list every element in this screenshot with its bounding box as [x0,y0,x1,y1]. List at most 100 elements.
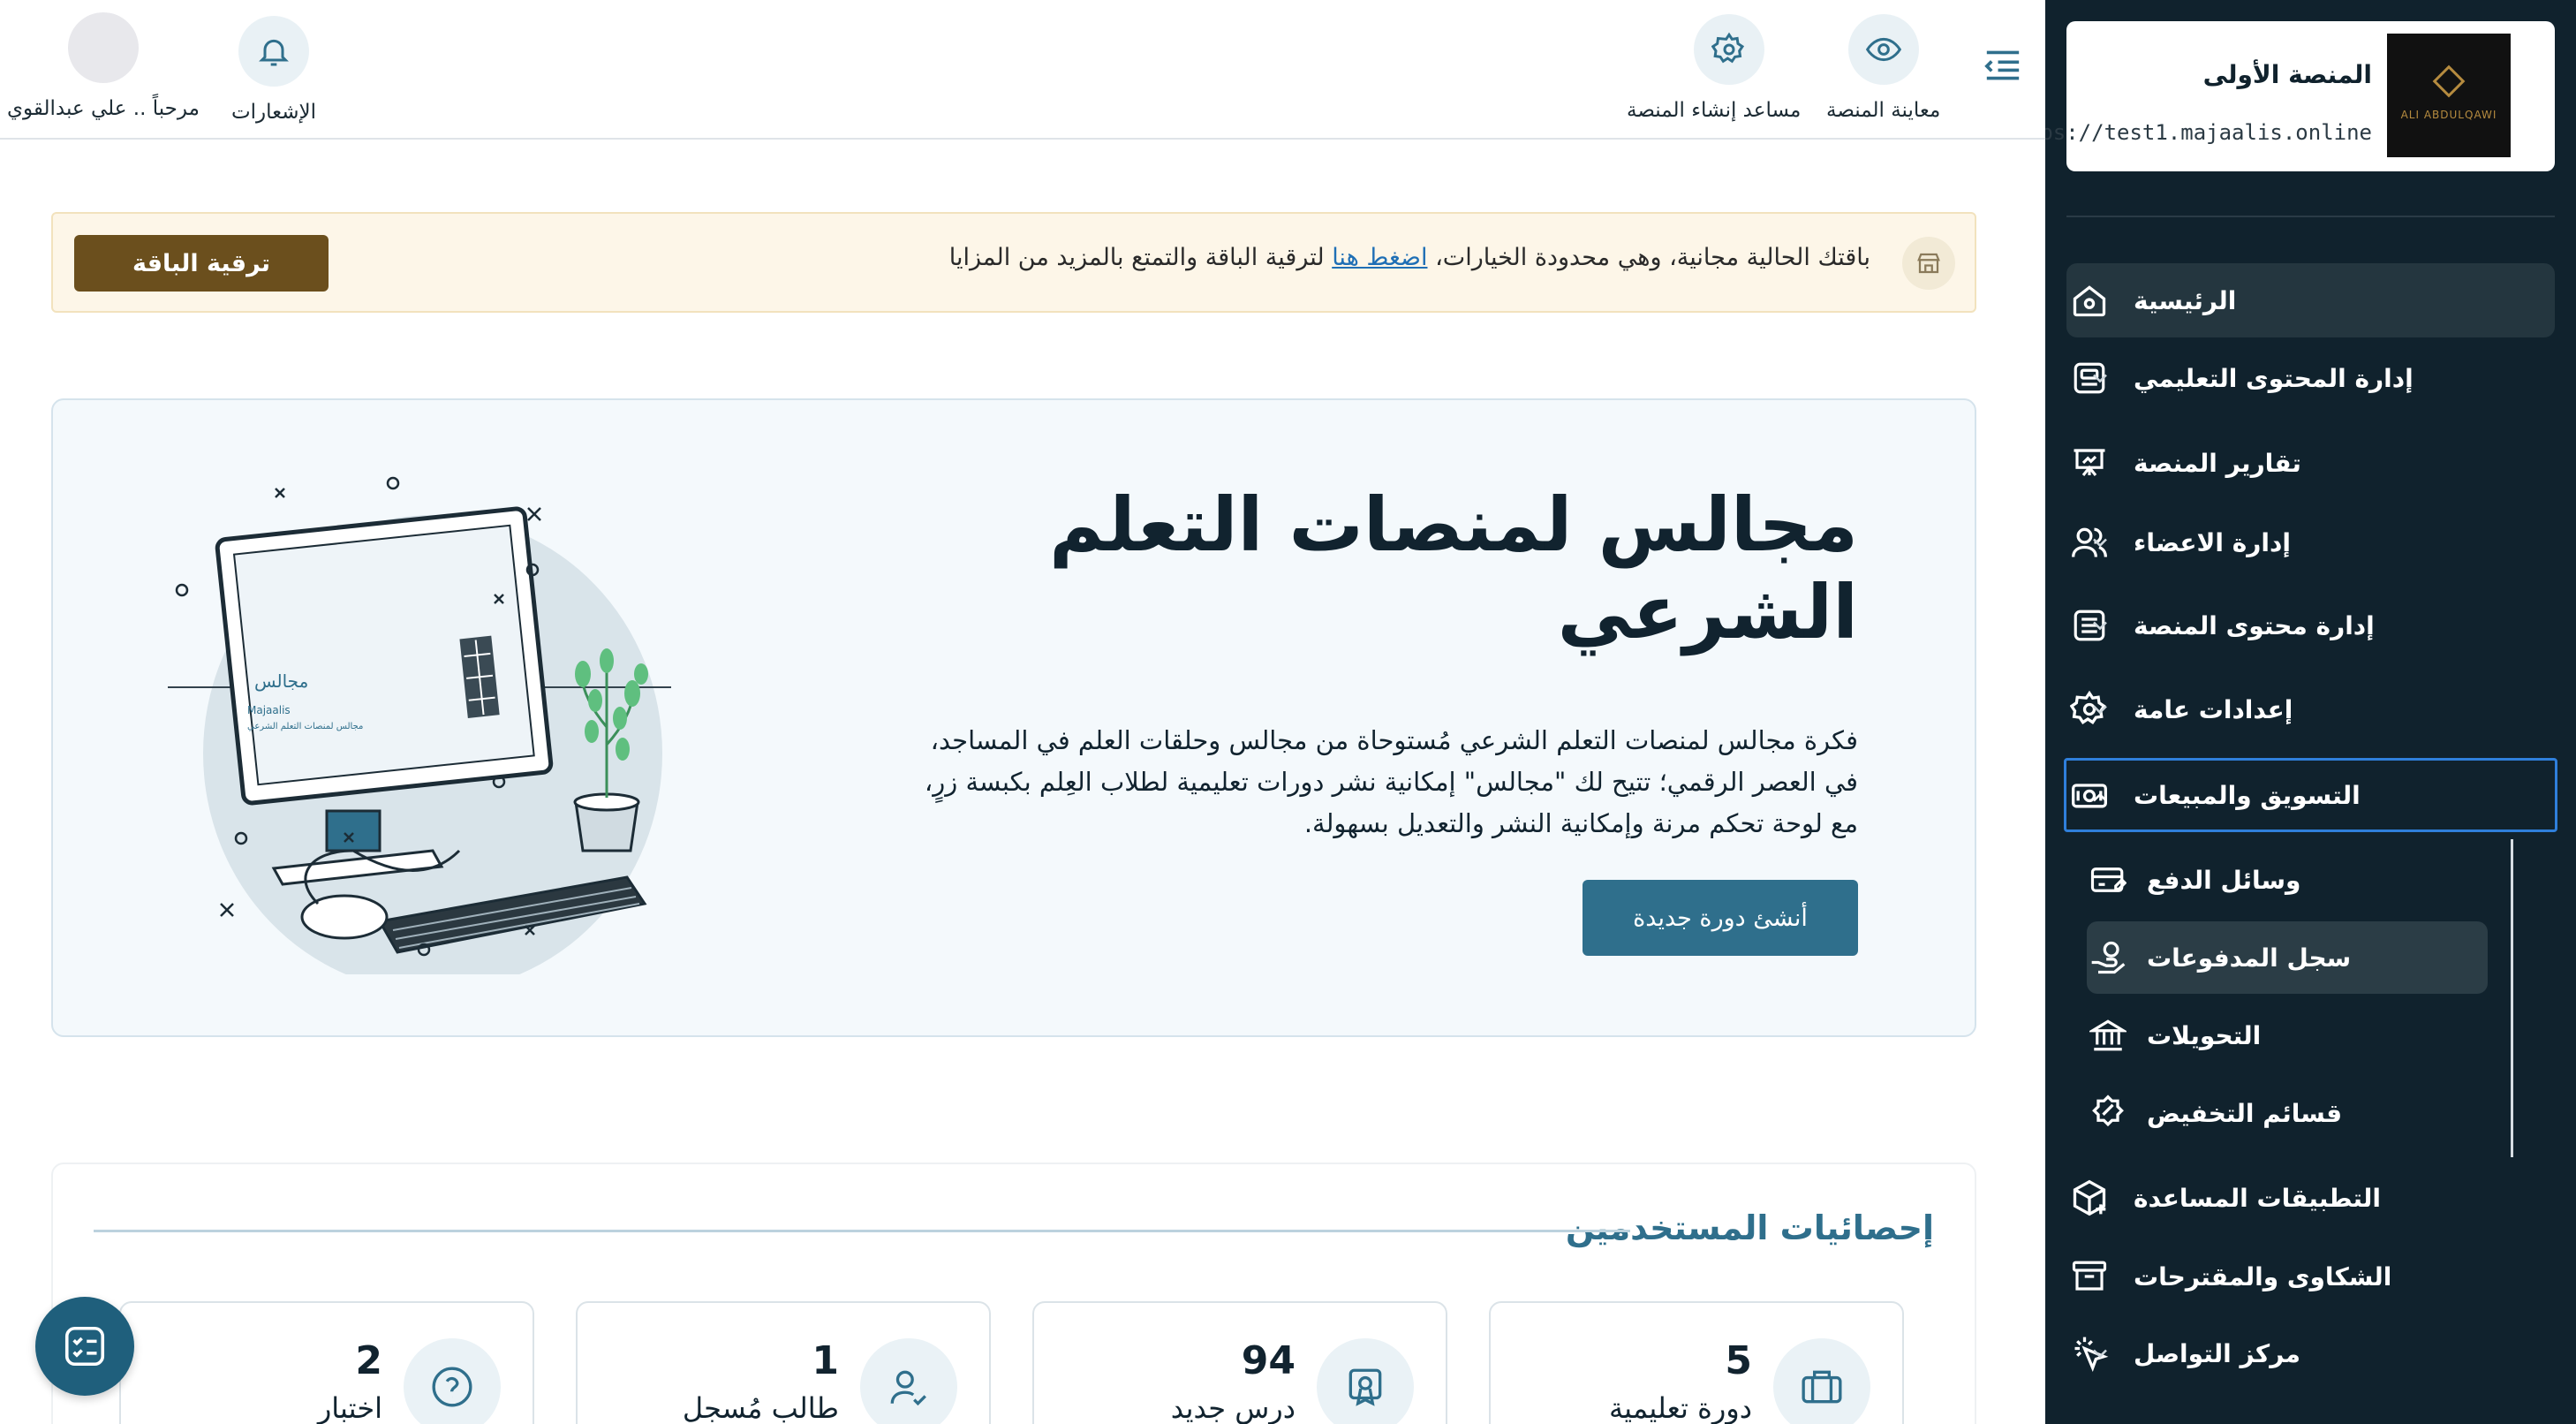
stat-label: اختبار [317,1391,382,1424]
preview-platform-label: معاينة المنصة [1826,99,1941,122]
menu-toggle-icon[interactable] [1983,48,2022,83]
sidebar-item-label: التسويق والمبيعات [2134,780,2361,810]
sidebar-item-label: إدارة محتوى المنصة [2134,610,2375,640]
stat-card-lessons[interactable]: 94 درس جديد [1032,1301,1447,1424]
sidebar-item-label: الرئيسية [2134,285,2237,315]
sidebar-item-label: إدارة المحتوى التعليمي [2134,363,2414,393]
screen-brand-latin: Majaalis [247,704,291,716]
sidebar-subitem-discount-coupons[interactable]: قسائم التخفيض [2087,1077,2488,1149]
hand-money-icon [2087,936,2129,979]
home-icon [2066,277,2112,323]
chevron-down-icon [2093,538,2107,548]
sidebar-item-helper-apps[interactable]: التطبيقات المساعدة [2066,1161,2555,1235]
briefcase-icon [1773,1338,1870,1424]
chevron-down-icon [2093,374,2107,383]
sidebar-divider [2066,216,2555,217]
upgrade-banner: باقتك الحالية مجانية، وهي محدودة الخيارا… [51,212,1976,313]
card-icon [2087,859,2129,901]
platform-card[interactable]: ALI ABDULQAWI المنصة الأولى https://test… [2045,21,2555,171]
stat-card-students[interactable]: 1 طالب مُسجل [576,1301,991,1424]
sidebar-item-marketing-sales[interactable]: التسويق والمبيعات [2064,758,2557,832]
stat-value: 5 [1725,1338,1752,1383]
sidebar-item-members[interactable]: إدارة الاعضاء [2066,505,2555,579]
checklist-icon [64,1326,105,1367]
certificate-icon [1317,1338,1414,1424]
question-icon [404,1338,501,1424]
sidebar-item-home[interactable]: الرئيسية [2066,263,2555,337]
logo-text: ALI ABDULQAWI [2400,109,2497,121]
sidebar: ALI ABDULQAWI المنصة الأولى https://test… [2045,0,2576,1424]
sidebar-item-label: التطبيقات المساعدة [2134,1183,2381,1213]
store-icon [1902,237,1955,290]
user-menu[interactable]: مرحباً .. علي عبدالقوي [7,12,200,120]
sidebar-subitem-payment-methods[interactable]: وسائل الدفع [2087,844,2488,916]
sidebar-subitem-label: وسائل الدفع [2147,865,2301,895]
presentation-icon [2066,440,2112,486]
stat-label: طالب مُسجل [682,1391,839,1424]
user-greeting: مرحباً .. علي عبدالقوي [7,97,200,120]
sidebar-item-complaints[interactable]: الشكاوى والمقترحات [2066,1239,2555,1314]
upgrade-plan-button[interactable]: ترقية الباقة [74,235,329,292]
preview-platform-button[interactable]: معاينة المنصة [1826,14,1940,122]
notifications-button[interactable]: الإشعارات [231,16,316,124]
banner-text-before: باقتك الحالية مجانية، وهي محدودة الخيارا… [1427,244,1870,271]
hero-description: فكرة مجالس لمنصات التعلم الشرعي مُستوحاة… [924,725,1858,838]
bank-icon [2087,1014,2129,1057]
sidebar-item-label: إعدادات عامة [2134,694,2293,724]
sidebar-subitem-label: قسائم التخفيض [2147,1098,2343,1128]
stats-title-line [94,1230,1630,1232]
eye-icon [1847,14,1919,85]
box-icon [2066,1175,2112,1221]
chevron-down-icon [2093,705,2107,715]
archive-icon [2066,1254,2112,1299]
platform-wizard-label: مساعد إنشاء المنصة [1627,99,1802,122]
sidebar-item-settings[interactable]: إعدادات عامة [2066,672,2555,746]
upgrade-link[interactable]: اضغط هنا [1332,244,1427,271]
screen-tagline: مجالس لمنصات التعلم الشرعي [247,722,363,731]
banner-message: باقتك الحالية مجانية، وهي محدودة الخيارا… [949,244,1870,271]
stat-card-courses[interactable]: 5 دورة تعليمية [1489,1301,1904,1424]
platform-url[interactable]: https://test1.majaalis.online [2045,120,2372,145]
computer-illustration: مجالس Majaalis مجالس لمنصات التعلم الشرع… [168,476,671,974]
screen-brand: مجالس [254,670,308,692]
stat-value: 1 [812,1338,839,1383]
avatar [67,12,139,83]
platform-name: المنصة الأولى [2202,60,2372,89]
chevron-up-icon [2093,792,2107,802]
bell-icon [238,16,310,87]
sidebar-item-contact-center[interactable]: مركز التواصل [2066,1316,2555,1390]
hero-card: مجالس لمنصات التعلم الشرعي فكرة مجالس لم… [51,398,1976,1037]
sidebar-item-label: الشكاوى والمقترحات [2134,1261,2392,1291]
topbar: معاينة المنصة مساعد إنشاء المنصة الإشعار… [0,0,2045,140]
create-course-button[interactable]: أنشئ دورة جديدة [1583,880,1858,956]
stat-value: 2 [355,1338,382,1383]
platform-wizard-button[interactable]: مساعد إنشاء المنصة [1627,14,1801,122]
platform-logo: ALI ABDULQAWI [2387,34,2511,157]
submenu-line [2511,839,2513,1157]
stat-label: دورة تعليمية [1609,1391,1752,1424]
user-stats: إحصائيات المستخدمين 5 دورة تعليمية 94 در… [51,1163,1976,1424]
sidebar-subitem-payments-log[interactable]: سجل المدفوعات [2087,921,2488,994]
stat-value: 94 [1241,1338,1296,1383]
sidebar-subitem-label: التحويلات [2147,1020,2262,1050]
stat-label: درس جديد [1170,1391,1296,1424]
sidebar-item-reports[interactable]: تقارير المنصة [2066,426,2555,500]
checklist-fab-button[interactable] [35,1297,134,1396]
sidebar-item-platform-content[interactable]: إدارة محتوى المنصة [2066,588,2555,663]
banner-text-after: لترقية الباقة والتمتع بالمزيد من المزايا [948,244,1333,271]
sidebar-item-label: تقارير المنصة [2134,448,2301,478]
chevron-down-icon [2093,621,2107,631]
user-check-icon [860,1338,957,1424]
chevron-down-icon [2093,1349,2107,1359]
settings-icon [1693,14,1764,85]
sidebar-subitem-label: سجل المدفوعات [2147,943,2352,973]
sidebar-subitem-transfers[interactable]: التحويلات [2087,999,2488,1072]
stats-title: إحصائيات المستخدمين [1565,1208,1934,1247]
discount-icon [2087,1092,2129,1134]
sidebar-item-label: مركز التواصل [2134,1338,2300,1368]
notifications-label: الإشعارات [231,101,317,124]
stat-card-quizzes[interactable]: 2 اختبار [119,1301,534,1424]
hero-title: مجالس لمنصات التعلم الشرعي [1049,481,1858,656]
sidebar-item-content-management[interactable]: إدارة المحتوى التعليمي [2066,341,2555,415]
logo-diamond-icon [2432,64,2466,98]
